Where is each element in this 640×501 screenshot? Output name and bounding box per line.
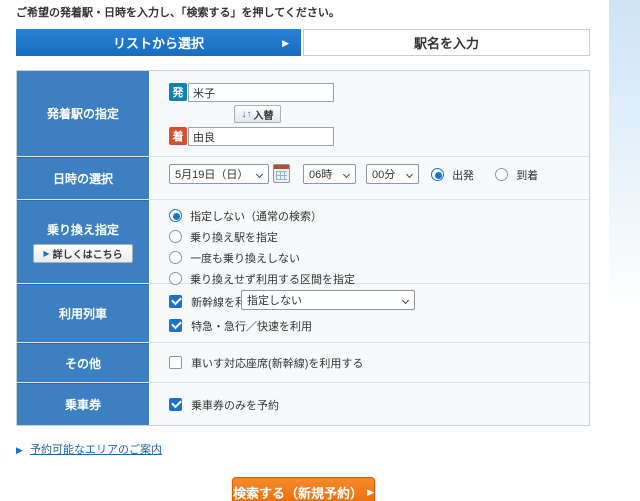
ticket-only-label: 乗車券のみを予約 — [191, 400, 279, 412]
chevron-down-icon — [256, 170, 263, 177]
transfer-option-specify-station-radio[interactable] — [169, 230, 182, 243]
hour-select[interactable]: 06時 — [303, 164, 356, 184]
chevron-down-icon — [406, 170, 413, 177]
reservable-area-link[interactable]: ▶ 予約可能なエリアのご案内 — [16, 441, 162, 457]
shinkansen-route-select[interactable]: 指定しない — [241, 290, 415, 310]
date-select[interactable]: 5月19日（日） — [169, 164, 269, 184]
transfer-option-none: 指定しない（通常の検索） — [169, 208, 322, 224]
swap-arrow-up-icon: ↑ — [247, 109, 252, 120]
wheelchair-label: 車いす対応座席(新幹線)を利用する — [191, 358, 363, 370]
chevron-down-icon — [343, 170, 350, 177]
depart-time-radio[interactable] — [431, 168, 444, 181]
express-option: 特急・急行／快速を利用 — [169, 318, 312, 334]
page-instruction: ご希望の発着駅・日時を入力し、「検索する」を押してください。 — [16, 4, 340, 20]
station-row: 発着駅の指定 発 ↓ ↑ 入替 着 — [17, 71, 589, 156]
swap-button-label: 入替 — [254, 107, 274, 122]
tab-select-from-list-label: リストから選択 — [113, 33, 204, 52]
other-row: その他 車いす対応座席(新幹線)を利用する — [17, 342, 589, 382]
calendar-icon[interactable] — [273, 164, 290, 183]
transfer-option-specify-station: 乗り換え駅を指定 — [169, 229, 278, 245]
datetime-row: 日時の選択 5月19日（日） 06時 00分 出発 — [17, 156, 589, 200]
ticket-row: 乗車券 乗車券のみを予約 — [17, 382, 589, 425]
train-type-row: 利用列車 新幹線を利用 指定しない 特急・急行／快速を利用 — [17, 283, 589, 343]
wheelchair-option: 車いす対応座席(新幹線)を利用する — [169, 355, 363, 371]
search-form-table: 発着駅の指定 発 ↓ ↑ 入替 着 日時の選択 5月19日（日） — [16, 70, 590, 426]
tab-enter-station-name-label: 駅名を入力 — [414, 33, 479, 52]
search-button-arrow-icon: ▶ — [367, 487, 374, 498]
tab-arrow-icon: ▶ — [282, 38, 289, 49]
transfer-details-button[interactable]: ▶ 詳しくはこちら — [33, 244, 133, 263]
wheelchair-checkbox[interactable] — [169, 356, 182, 369]
arrive-time-radio-label: 到着 — [516, 170, 538, 182]
transfer-option-no-transfer: 一度も乗り換えしない — [169, 250, 300, 266]
train-search-page: ご希望の発着駅・日時を入力し、「検索する」を押してください。 リストから選択 ▶… — [0, 0, 640, 501]
tab-enter-station-name[interactable]: 駅名を入力 — [303, 29, 590, 56]
station-row-label: 発着駅の指定 — [17, 71, 149, 156]
transfer-row: 乗り換え指定 ▶ 詳しくはこちら 指定しない（通常の検索） 乗り換え駅を指定 一 — [17, 199, 589, 283]
ticket-only-checkbox[interactable] — [169, 398, 182, 411]
departure-badge: 発 — [169, 83, 187, 101]
swap-stations-button[interactable]: ↓ ↑ 入替 — [234, 105, 281, 123]
arrival-station-input[interactable] — [188, 127, 334, 146]
transfer-option-none-radio[interactable] — [169, 209, 182, 222]
arrival-badge: 着 — [169, 127, 187, 145]
minute-select[interactable]: 00分 — [366, 164, 419, 184]
detail-arrow-icon: ▶ — [43, 249, 49, 258]
transfer-option-no-transfer-radio[interactable] — [169, 251, 182, 264]
ticket-only-option: 乗車券のみを予約 — [169, 397, 279, 413]
tab-select-from-list[interactable]: リストから選択 ▶ — [16, 29, 301, 56]
departure-station-input[interactable] — [188, 83, 334, 102]
other-row-label: その他 — [17, 343, 149, 382]
depart-time-radio-label: 出発 — [452, 170, 474, 182]
arrive-time-radio[interactable] — [495, 168, 508, 181]
express-checkbox[interactable] — [169, 319, 182, 332]
shinkansen-checkbox[interactable] — [169, 295, 182, 308]
ticket-row-label: 乗車券 — [17, 383, 149, 425]
datetime-row-label: 日時の選択 — [17, 157, 149, 200]
transfer-row-label: 乗り換え指定 ▶ 詳しくはこちら — [17, 200, 149, 283]
train-type-row-label: 利用列車 — [17, 284, 149, 343]
express-label: 特急・急行／快速を利用 — [191, 321, 312, 333]
search-button[interactable]: 検索する（新規予約） ▶ — [232, 477, 375, 501]
link-arrow-icon: ▶ — [16, 445, 23, 456]
chevron-down-icon — [402, 297, 409, 304]
background-gradient — [609, 0, 640, 310]
